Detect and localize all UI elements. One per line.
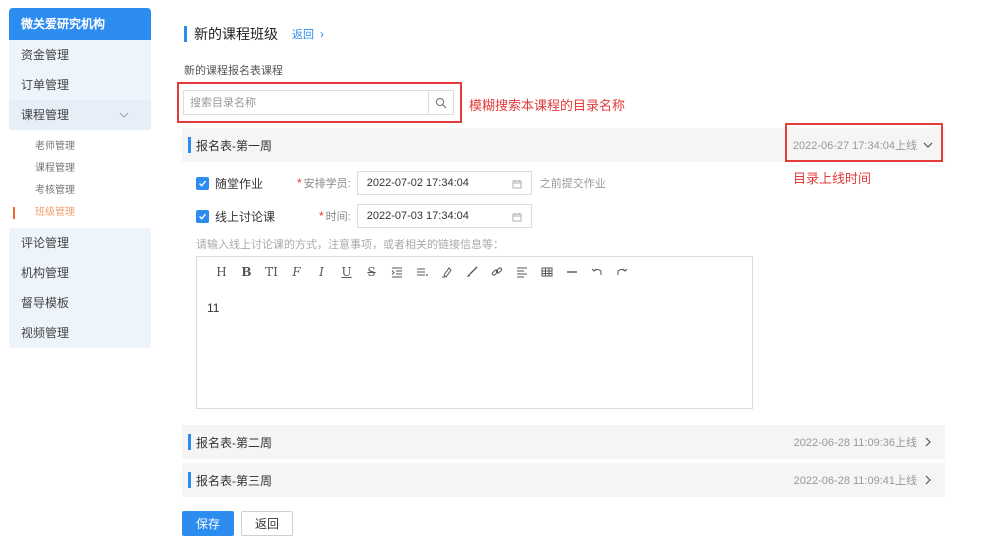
indent-button[interactable]	[384, 261, 409, 283]
underline-button[interactable]: U	[334, 261, 359, 283]
link-button[interactable]	[484, 261, 509, 283]
sidebar-item-videos[interactable]: 视频管理	[9, 318, 151, 348]
check-icon	[199, 213, 207, 220]
search-annotation-text: 模糊搜索本课程的目录名称	[469, 98, 626, 113]
time-annotation-box	[785, 123, 943, 162]
discussion-date-value: 2022-07-03 17:34:04	[366, 210, 469, 222]
font-size-button[interactable]: TI	[259, 261, 284, 283]
week-title: 报名表-第二周	[196, 435, 272, 450]
discussion-date-picker[interactable]: 2022-07-03 17:34:04	[356, 204, 532, 228]
week-title: 报名表-第三周	[196, 473, 272, 488]
sidebar-item-orders[interactable]: 订单管理	[9, 70, 151, 100]
chevron-down-icon	[119, 112, 129, 118]
editor-content[interactable]: 11	[197, 287, 752, 329]
week-header-2[interactable]: 报名表-第二周 2022-06-28 11:09:36上线	[182, 425, 945, 459]
week-header-3[interactable]: 报名表-第三周 2022-06-28 11:09:41上线	[182, 463, 945, 497]
list-icon	[416, 268, 428, 276]
main-content: 新的课程班级 返回 › 新的课程报名表课程 模糊搜索本课程的目录名称 报名表-第…	[177, 0, 1000, 545]
redo-icon	[617, 268, 627, 275]
back-link[interactable]: 返回	[292, 26, 314, 42]
week-accent-bar	[188, 434, 191, 450]
sidebar-item-comments[interactable]: 评论管理	[9, 228, 151, 258]
page-subtitle: 新的课程报名表课程	[184, 65, 283, 77]
font-style-button[interactable]: F	[284, 261, 309, 283]
sidebar-item-institutions[interactable]: 机构管理	[9, 258, 151, 288]
week-online-time: 2022-06-28 11:09:41上线	[793, 475, 917, 487]
page-title: 新的课程班级	[194, 26, 278, 42]
sidebar-item-funds[interactable]: 资金管理	[9, 40, 151, 70]
divider-button[interactable]	[559, 261, 584, 283]
sidebar: 微关爱研究机构 资金管理 订单管理 课程管理 老师管理 课程管理 考核管理 班级…	[9, 8, 151, 348]
highlight-button[interactable]	[434, 261, 459, 283]
homework-checkbox[interactable]	[196, 176, 209, 190]
link-icon	[491, 267, 502, 276]
brush-icon	[466, 266, 477, 277]
back-button[interactable]: 返回	[241, 511, 293, 536]
heading-button[interactable]: H	[209, 261, 234, 283]
search-box	[183, 90, 454, 115]
indent-icon	[391, 267, 402, 278]
discussion-row: 线上讨论课 * 时间: 2022-07-03 17:34:04	[196, 204, 532, 228]
sidebar-sub-teachers[interactable]: 老师管理	[9, 136, 151, 158]
assign-date-picker[interactable]: 2022-07-02 17:34:04	[356, 171, 532, 195]
rich-text-editor: H B TI F I U S 11	[196, 256, 753, 409]
search-icon	[435, 97, 447, 108]
week-online-time: 2022-06-28 11:09:36上线	[793, 437, 917, 449]
editor-toolbar: H B TI F I U S	[197, 257, 752, 287]
chevron-right-icon	[925, 437, 931, 447]
table-button[interactable]	[534, 261, 559, 283]
week-accent-bar	[188, 472, 191, 488]
discussion-hint: 请输入线上讨论课的方式，注意事项，或者相关的链接信息等：	[196, 239, 504, 251]
strikethrough-button[interactable]: S	[359, 261, 384, 283]
discussion-checkbox[interactable]	[196, 209, 209, 223]
title-row: 新的课程班级 返回 ›	[184, 24, 324, 44]
sidebar-sub-classes[interactable]: 班级管理	[9, 202, 151, 224]
time-label: 时间:	[325, 211, 351, 223]
sidebar-item-courses[interactable]: 课程管理	[9, 100, 151, 130]
undo-icon	[591, 268, 601, 275]
save-button[interactable]: 保存	[182, 511, 234, 536]
required-mark: *	[319, 209, 324, 223]
title-accent-bar	[184, 26, 187, 42]
calendar-icon	[512, 213, 522, 222]
discussion-label: 线上讨论课	[215, 209, 276, 224]
horizontal-rule-icon	[566, 271, 577, 273]
assign-label: 安排学员:	[303, 178, 351, 190]
sidebar-item-label: 课程管理	[21, 108, 70, 122]
brand-title: 微关爱研究机构	[9, 8, 151, 40]
chevron-right-icon: ›	[320, 27, 324, 41]
undo-button[interactable]	[584, 261, 609, 283]
redo-button[interactable]	[609, 261, 634, 283]
sidebar-item-supervision[interactable]: 督导模板	[9, 288, 151, 318]
check-icon	[199, 180, 207, 187]
assign-after-text: 之前提交作业	[539, 178, 606, 190]
week-accent-bar	[188, 137, 191, 153]
assign-date-value: 2022-07-02 17:34:04	[366, 177, 469, 189]
sidebar-sub-courses[interactable]: 课程管理	[9, 158, 151, 180]
sidebar-subnav: 老师管理 课程管理 考核管理 班级管理	[9, 130, 151, 228]
list-button[interactable]	[409, 261, 434, 283]
required-mark: *	[297, 176, 302, 190]
bold-button[interactable]: B	[234, 261, 259, 283]
homework-label: 随堂作业	[215, 176, 264, 191]
calendar-icon	[512, 180, 522, 189]
chevron-right-icon	[925, 475, 931, 485]
homework-row: 随堂作业 * 安排学员: 2022-07-02 17:34:04 之前提交作业	[196, 171, 606, 195]
time-annotation-text: 目录上线时间	[793, 171, 872, 186]
italic-button[interactable]: I	[309, 261, 334, 283]
table-icon	[541, 267, 552, 277]
highlighter-icon	[441, 267, 452, 278]
search-button[interactable]	[428, 91, 453, 114]
week-title: 报名表-第一周	[196, 138, 272, 153]
align-button[interactable]	[509, 261, 534, 283]
search-input[interactable]	[184, 91, 428, 114]
sidebar-sub-assessment[interactable]: 考核管理	[9, 180, 151, 202]
brush-button[interactable]	[459, 261, 484, 283]
align-left-icon	[516, 267, 527, 278]
